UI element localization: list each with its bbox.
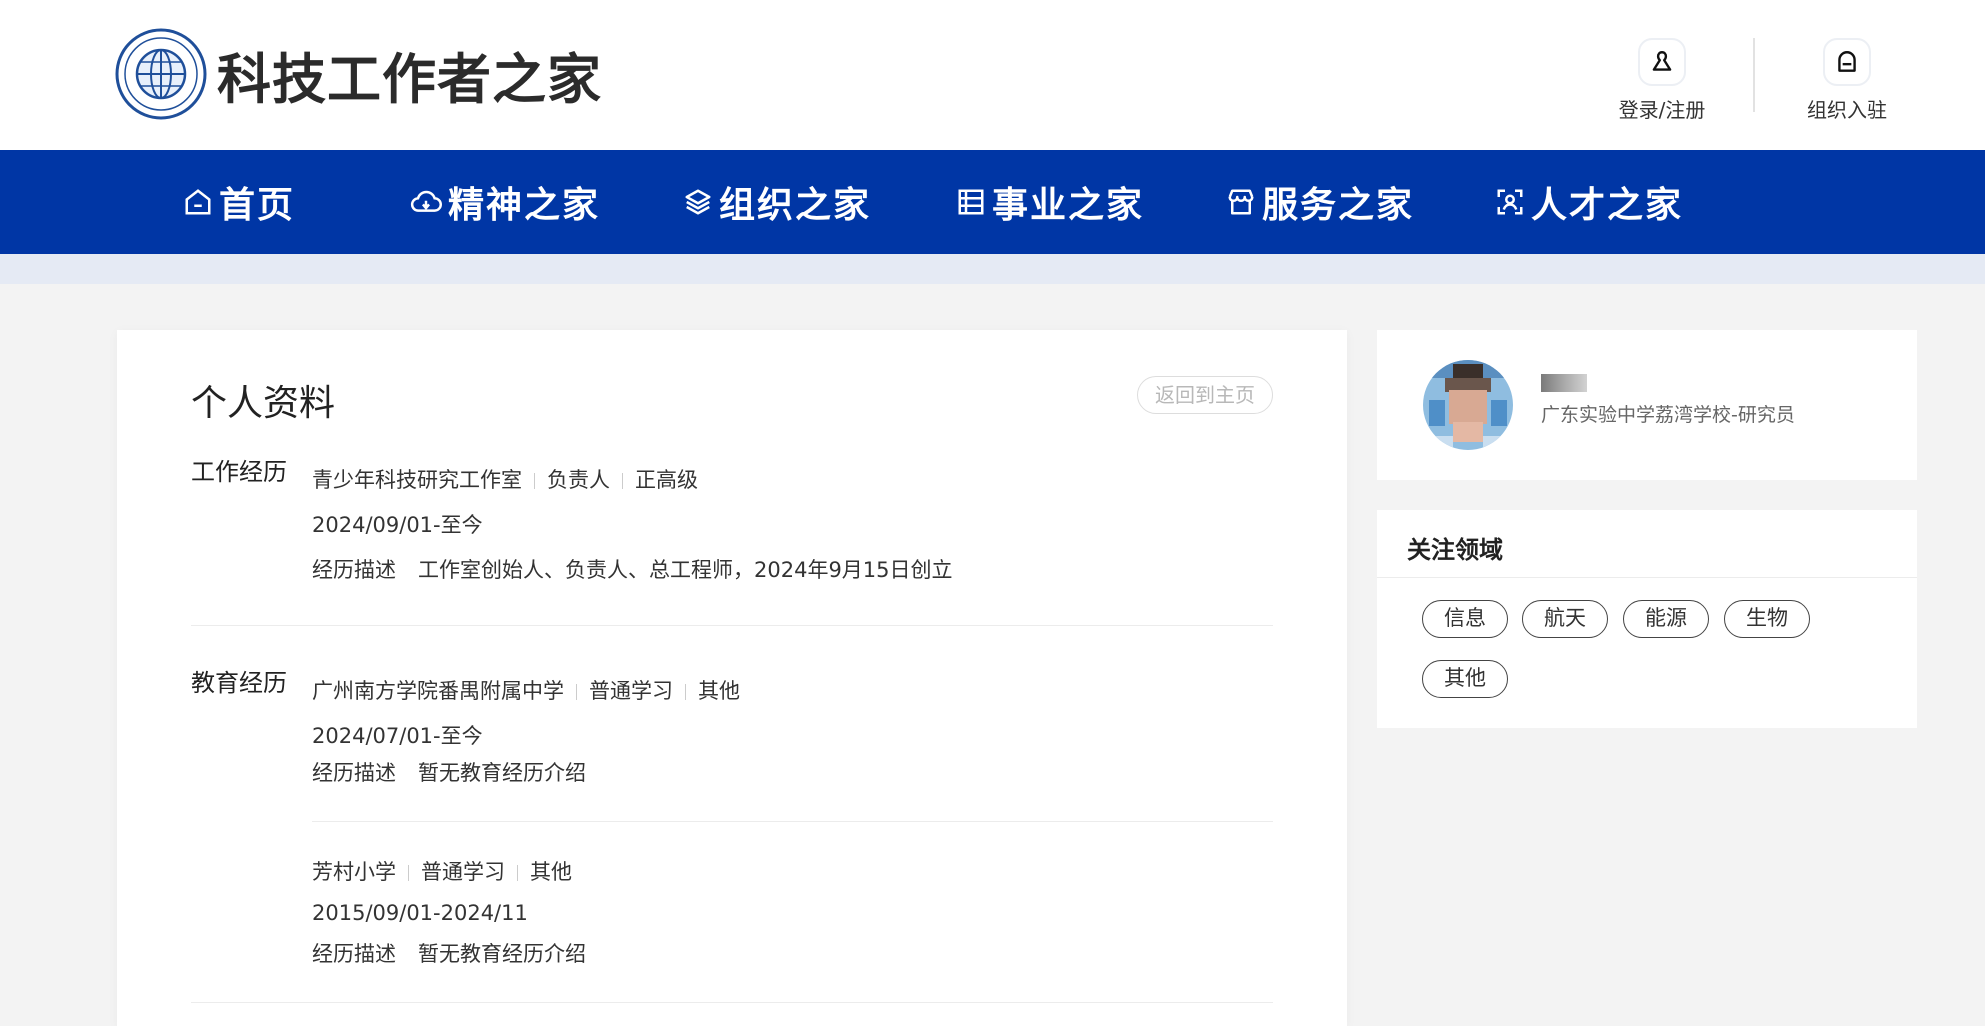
- work-description: 经历描述 工作室创始人、负责人、总工程师，2024年9月15日创立: [312, 554, 953, 584]
- edu-summary: 广州南方学院番禺附属中学 普通学习 其他: [312, 675, 740, 705]
- org-join-button[interactable]: 组织入驻: [1782, 38, 1912, 123]
- home-icon: [185, 189, 211, 215]
- profile-card: 广东实验中学荔湾学校-研究员: [1377, 330, 1917, 480]
- nav-label-spirit: 精神之家: [448, 185, 601, 226]
- user-icon: [1638, 38, 1686, 86]
- work-org: 青少年科技研究工作室: [312, 468, 522, 492]
- list-icon: [958, 189, 984, 215]
- section-divider: [191, 625, 1273, 626]
- nav-item-service[interactable]: 服务之家: [1226, 150, 1414, 254]
- header-divider: [1753, 38, 1755, 112]
- interest-tag[interactable]: 信息: [1422, 600, 1508, 638]
- nav-label-home: 首页: [219, 185, 296, 226]
- nav-item-org[interactable]: 组织之家: [683, 150, 871, 254]
- work-desc-label: 经历描述: [312, 558, 396, 582]
- page-title: 个人资料: [191, 383, 336, 424]
- avatar-image: [1423, 360, 1513, 450]
- edu-school: 芳村小学: [312, 860, 396, 884]
- back-to-home-button[interactable]: 返回到主页: [1137, 376, 1273, 414]
- interests-divider: [1377, 577, 1917, 578]
- org-join-label: 组织入驻: [1807, 98, 1887, 122]
- edu-type: 普通学习: [421, 860, 505, 884]
- nav-item-career[interactable]: 事业之家: [956, 150, 1144, 254]
- nav-label-org: 组织之家: [719, 185, 872, 226]
- entry-divider: [312, 821, 1273, 822]
- edu-degree: 其他: [530, 860, 572, 884]
- edu-desc-label: 经历描述: [312, 942, 396, 966]
- interest-tag[interactable]: 能源: [1623, 600, 1709, 638]
- org-icon: [1823, 38, 1871, 86]
- work-section-label: 工作经历: [191, 458, 287, 486]
- nav-item-spirit[interactable]: 精神之家: [410, 150, 600, 254]
- user-affiliation: 广东实验中学荔湾学校-研究员: [1541, 404, 1795, 426]
- edu-school: 广州南方学院番禺附属中学: [312, 679, 564, 703]
- edu-description: 经历描述 暂无教育经历介绍: [312, 757, 586, 787]
- edu-desc-label: 经历描述: [312, 761, 396, 785]
- interest-tag[interactable]: 生物: [1724, 600, 1810, 638]
- store-icon: [1228, 189, 1254, 215]
- nav-item-talent[interactable]: 人才之家: [1495, 150, 1683, 254]
- education-section-label: 教育经历: [191, 669, 287, 697]
- nav-label-service: 服务之家: [1262, 185, 1415, 226]
- work-period: 2024/09/01-至今: [312, 513, 483, 537]
- main-nav: 首页 精神之家 组织之家 事业之家 服务之家 人才之家: [0, 150, 1985, 254]
- interest-tag[interactable]: 其他: [1422, 660, 1508, 698]
- work-desc-text: 工作室创始人、负责人、总工程师，2024年9月15日创立: [418, 558, 953, 582]
- work-summary: 青少年科技研究工作室 负责人 正高级: [312, 464, 698, 494]
- profile-detail-card: 个人资料 返回到主页 工作经历 青少年科技研究工作室 负责人 正高级 2024/09…: [117, 330, 1347, 1026]
- login-register-label: 登录/注册: [1618, 98, 1706, 122]
- nav-subbar: [0, 254, 1985, 284]
- avatar[interactable]: [1423, 360, 1513, 450]
- work-level: 正高级: [635, 468, 698, 492]
- edu-desc-text: 暂无教育经历介绍: [418, 942, 586, 966]
- work-role: 负责人: [547, 468, 610, 492]
- edu-period: 2015/09/01-2024/11: [312, 901, 528, 925]
- person-scan-icon: [1497, 189, 1523, 215]
- edu-degree: 其他: [698, 679, 740, 703]
- edu-desc-text: 暂无教育经历介绍: [418, 761, 586, 785]
- site-logo[interactable]: 科技工作者之家: [115, 28, 602, 120]
- edu-period: 2024/07/01-至今: [312, 724, 483, 748]
- edu-summary: 芳村小学 普通学习 其他: [312, 856, 572, 886]
- nav-item-home[interactable]: 首页: [183, 150, 295, 254]
- interest-tag[interactable]: 航天: [1522, 600, 1608, 638]
- site-header: 科技工作者之家 登录/注册 组织入驻: [0, 0, 1985, 150]
- logo-emblem-icon: [115, 28, 207, 120]
- interests-title: 关注领域: [1407, 536, 1503, 564]
- user-name-blurred: [1541, 374, 1587, 392]
- cloud-icon: [410, 190, 442, 212]
- site-title: 科技工作者之家: [217, 46, 602, 111]
- nav-label-talent: 人才之家: [1531, 185, 1684, 226]
- login-register-button[interactable]: 登录/注册: [1597, 38, 1727, 123]
- edu-type: 普通学习: [589, 679, 673, 703]
- nav-label-career: 事业之家: [992, 185, 1145, 226]
- layers-icon: [685, 189, 711, 215]
- section-divider: [191, 1002, 1273, 1003]
- edu-description: 经历描述 暂无教育经历介绍: [312, 938, 586, 968]
- interests-card: 关注领域 信息 航天 能源 生物 其他: [1377, 510, 1917, 728]
